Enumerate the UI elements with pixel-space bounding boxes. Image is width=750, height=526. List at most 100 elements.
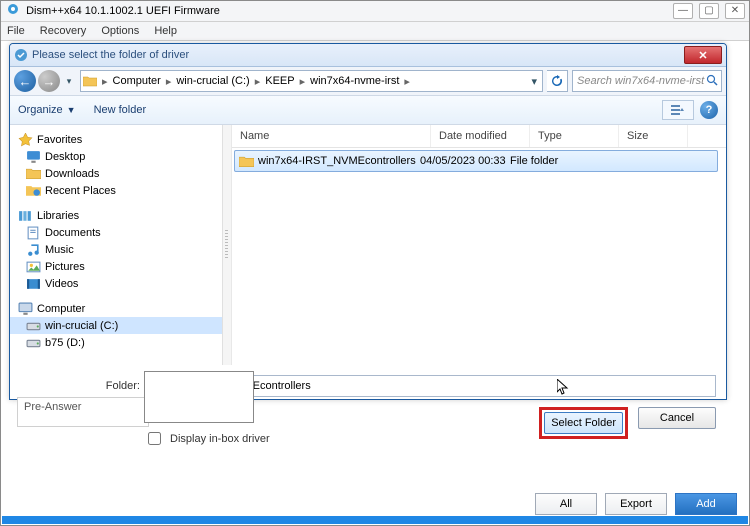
minimize-button[interactable]: — bbox=[673, 3, 693, 19]
explorer-toolbar: Organize ▼ New folder ? bbox=[10, 96, 726, 125]
search-input[interactable]: Search win7x64-nvme-irst bbox=[572, 70, 722, 92]
driver-panel: Display in-box driver bbox=[144, 371, 739, 448]
search-icon bbox=[706, 74, 718, 86]
bottom-button-bar: All Export Add bbox=[535, 493, 737, 515]
documents-icon bbox=[26, 226, 41, 239]
inbox-driver-label: Display in-box driver bbox=[170, 433, 270, 445]
recent-icon bbox=[26, 184, 41, 197]
tree-videos[interactable]: Videos bbox=[10, 275, 222, 292]
folder-icon bbox=[239, 155, 254, 168]
col-size[interactable]: Size bbox=[619, 125, 688, 147]
pictures-icon bbox=[26, 260, 41, 273]
maximize-button[interactable]: ▢ bbox=[699, 3, 719, 19]
driver-preview-box bbox=[144, 371, 254, 423]
list-header: Name Date modified Type Size bbox=[232, 125, 726, 148]
folder-icon bbox=[26, 167, 41, 180]
drive-icon bbox=[26, 336, 41, 349]
status-bar bbox=[2, 516, 748, 524]
breadcrumb[interactable]: ▸ Computer ▸ win-crucial (C:) ▸ KEEP ▸ w… bbox=[80, 70, 543, 92]
breadcrumb-current[interactable]: win7x64-nvme-irst bbox=[306, 75, 403, 87]
address-bar: ← → ▾ ▸ Computer ▸ win-crucial (C:) ▸ KE… bbox=[10, 67, 726, 96]
tree-downloads[interactable]: Downloads bbox=[10, 165, 222, 182]
tree-label: Music bbox=[45, 244, 74, 256]
help-button[interactable]: ? bbox=[700, 101, 718, 119]
nav-forward-button[interactable]: → bbox=[38, 70, 60, 92]
tree-libraries[interactable]: Libraries bbox=[10, 207, 222, 224]
tree-recent[interactable]: Recent Places bbox=[10, 182, 222, 199]
drive-icon bbox=[26, 319, 41, 332]
chevron-right-icon: ▸ bbox=[101, 75, 109, 88]
new-folder-button[interactable]: New folder bbox=[94, 104, 147, 116]
add-button[interactable]: Add bbox=[675, 493, 737, 515]
inbox-driver-checkbox[interactable] bbox=[148, 432, 161, 445]
menu-options[interactable]: Options bbox=[101, 25, 139, 37]
all-button[interactable]: All bbox=[535, 493, 597, 515]
col-date[interactable]: Date modified bbox=[431, 125, 530, 147]
menu-file[interactable]: File bbox=[7, 25, 25, 37]
tree-drive-d[interactable]: b75 (D:) bbox=[10, 334, 222, 351]
nav-back-button[interactable]: ← bbox=[14, 70, 36, 92]
menubar: File Recovery Options Help bbox=[1, 22, 749, 41]
tree-label: Downloads bbox=[45, 168, 99, 180]
tree-drive-c[interactable]: win-crucial (C:) bbox=[10, 317, 222, 334]
computer-icon bbox=[18, 302, 33, 315]
tree-label: b75 (D:) bbox=[45, 337, 85, 349]
close-button[interactable]: ✕ bbox=[725, 3, 745, 19]
dialog-icon bbox=[14, 48, 28, 62]
tree-pictures[interactable]: Pictures bbox=[10, 258, 222, 275]
music-icon bbox=[26, 243, 41, 256]
tree-label: Desktop bbox=[45, 151, 85, 163]
chevron-right-icon: ▸ bbox=[299, 75, 307, 88]
tree-label: Pictures bbox=[45, 261, 85, 273]
menu-recovery[interactable]: Recovery bbox=[40, 25, 86, 37]
chevron-down-icon: ▼ bbox=[67, 105, 76, 115]
tree-desktop[interactable]: Desktop bbox=[10, 148, 222, 165]
tree-label: Libraries bbox=[37, 210, 79, 222]
folder-icon bbox=[83, 75, 97, 87]
pre-answer-item[interactable]: Pre-Answer bbox=[17, 397, 149, 427]
app-icon bbox=[7, 3, 19, 15]
file-list: Name Date modified Type Size win7x64-IRS… bbox=[232, 125, 726, 365]
tree-label: Favorites bbox=[37, 134, 82, 146]
breadcrumb-keep[interactable]: KEEP bbox=[261, 75, 298, 87]
tree-computer[interactable]: Computer bbox=[10, 300, 222, 317]
breadcrumb-drive[interactable]: win-crucial (C:) bbox=[172, 75, 253, 87]
tree-label: win-crucial (C:) bbox=[45, 320, 118, 332]
menu-help[interactable]: Help bbox=[154, 25, 177, 37]
splitter[interactable] bbox=[223, 125, 232, 365]
tree-label: Recent Places bbox=[45, 185, 116, 197]
breadcrumb-computer[interactable]: Computer bbox=[109, 75, 165, 87]
tree-music[interactable]: Music bbox=[10, 241, 222, 258]
chevron-right-icon: ▸ bbox=[165, 75, 173, 88]
refresh-button[interactable] bbox=[547, 70, 568, 92]
videos-icon bbox=[26, 277, 41, 290]
col-name[interactable]: Name bbox=[232, 125, 431, 147]
chevron-right-icon: ▸ bbox=[403, 75, 411, 88]
app-titlebar: Dism++x64 10.1.1002.1 UEFI Firmware — ▢ … bbox=[1, 1, 749, 22]
tree-label: Videos bbox=[45, 278, 78, 290]
tree-favorites[interactable]: Favorites bbox=[10, 131, 222, 148]
folder-browse-dialog: Please select the folder of driver ✕ ← →… bbox=[9, 43, 727, 400]
folder-label: Folder: bbox=[20, 380, 148, 392]
chevron-right-icon: ▸ bbox=[254, 75, 262, 88]
libraries-icon bbox=[18, 209, 33, 222]
view-options-button[interactable] bbox=[662, 100, 694, 120]
nav-tree: Favorites Desktop Downloads Recent Place… bbox=[10, 125, 223, 365]
export-button[interactable]: Export bbox=[605, 493, 667, 515]
dialog-close-button[interactable]: ✕ bbox=[684, 46, 722, 64]
search-placeholder: Search win7x64-nvme-irst bbox=[577, 75, 704, 87]
tree-documents[interactable]: Documents bbox=[10, 224, 222, 241]
address-dropdown-icon[interactable]: ▾ bbox=[528, 75, 540, 88]
item-name: win7x64-IRST_NVMEcontrollers bbox=[258, 155, 416, 167]
list-item[interactable]: win7x64-IRST_NVMEcontrollers 04/05/2023 … bbox=[234, 150, 718, 172]
app-title: Dism++x64 10.1.1002.1 UEFI Firmware bbox=[26, 5, 220, 17]
organize-label: Organize bbox=[18, 104, 63, 116]
desktop-icon bbox=[26, 150, 41, 163]
organize-menu[interactable]: Organize ▼ bbox=[18, 104, 76, 116]
col-type[interactable]: Type bbox=[530, 125, 619, 147]
nav-history-dropdown[interactable]: ▾ bbox=[62, 70, 76, 92]
dialog-titlebar: Please select the folder of driver ✕ bbox=[10, 44, 726, 67]
star-icon bbox=[18, 133, 33, 146]
dialog-title: Please select the folder of driver bbox=[32, 49, 189, 61]
item-date: 04/05/2023 00:33 bbox=[420, 155, 510, 167]
